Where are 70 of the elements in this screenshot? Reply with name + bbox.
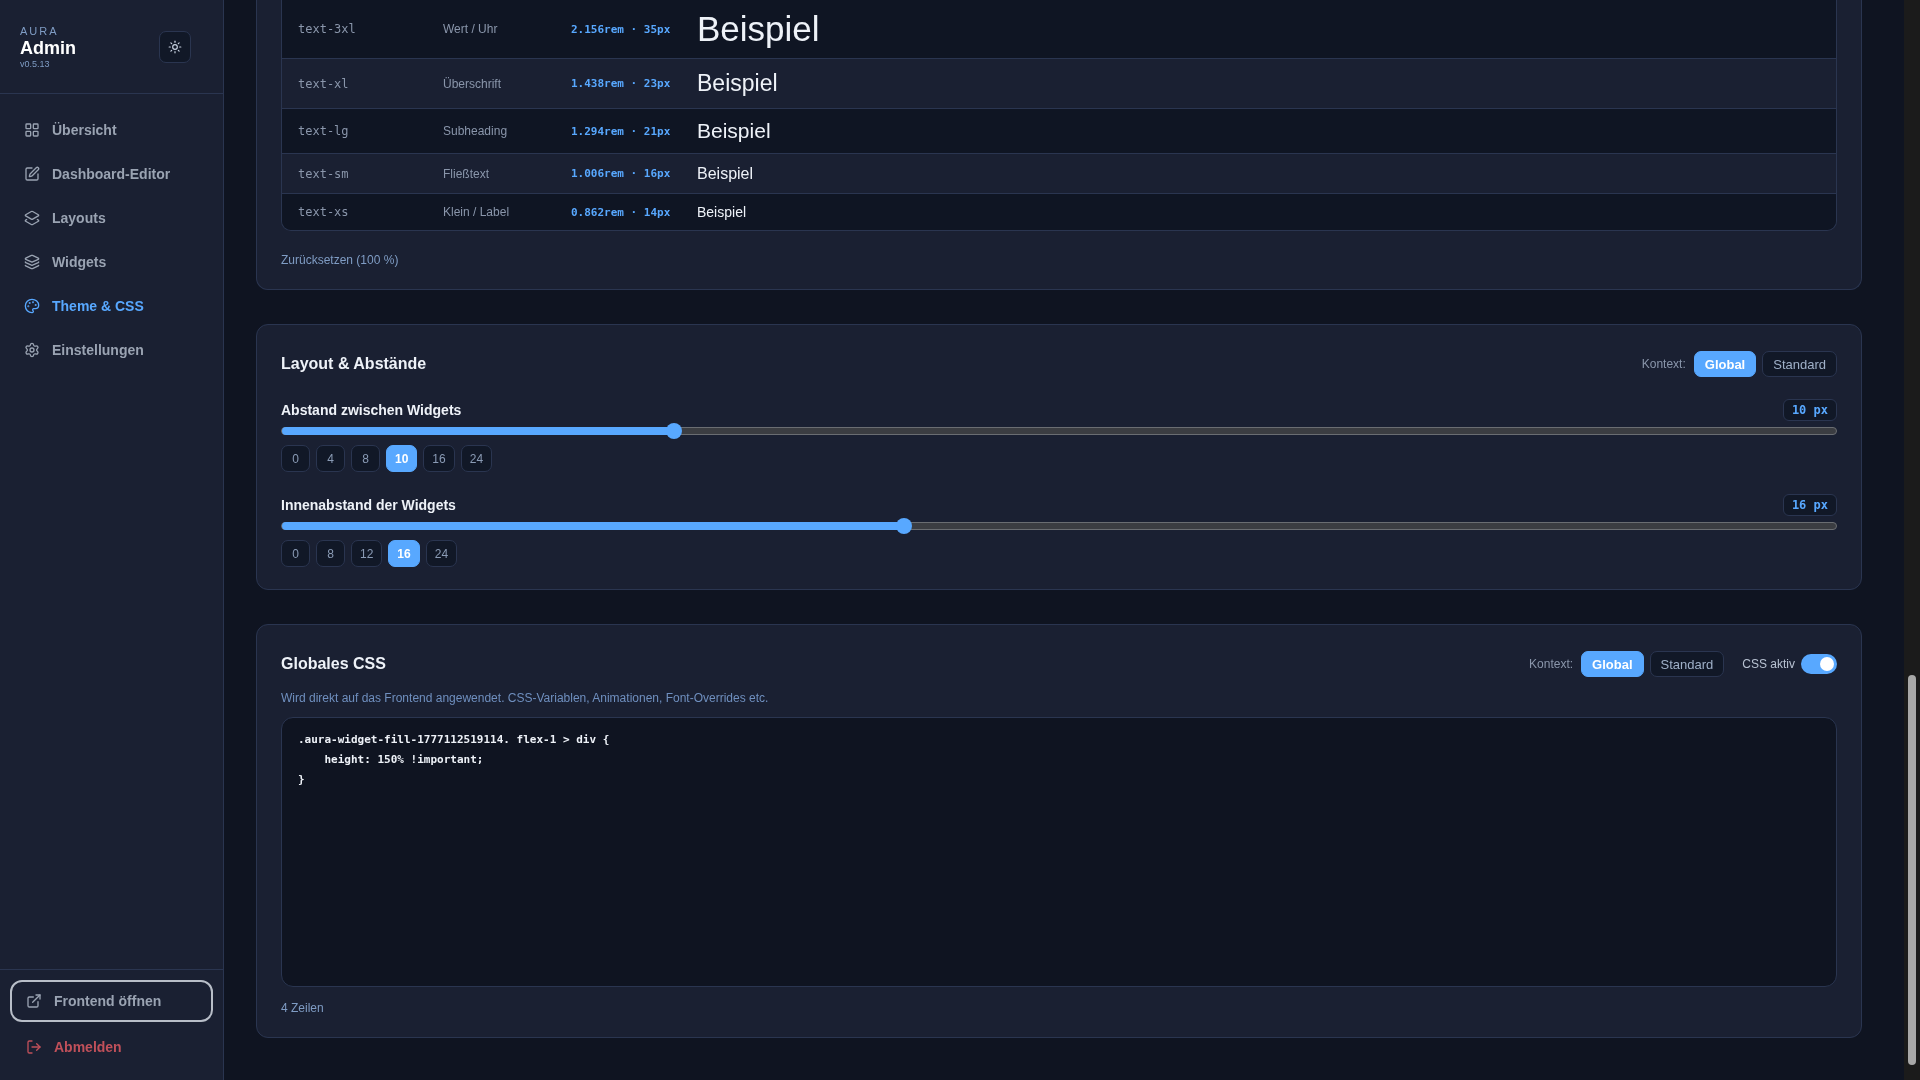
size-cell-text: 1.438rem · 23px (571, 77, 672, 90)
nav-item[interactable]: Theme & CSS (10, 286, 213, 326)
nav-item[interactable]: Widgets (10, 242, 213, 282)
preset-button[interactable]: 12 (351, 540, 383, 567)
size-cell-text: 1.294rem · 21px (571, 124, 672, 138)
app-title: Admin (20, 36, 76, 59)
role-cell-text: Klein / Label (443, 205, 511, 219)
section-title: Layout & Abstände (281, 355, 427, 373)
edit-icon (24, 166, 40, 182)
slider-label: Innenabstand der Widgets (281, 497, 456, 513)
slider-thumb[interactable] (665, 423, 682, 439)
sun-icon (168, 39, 182, 54)
reset-link[interactable]: Zurücksetzen (100 %) (281, 253, 1837, 267)
context-label: Kontext: (1641, 357, 1686, 371)
code-editor[interactable]: .aura-widget-fill-1777112519114. flex-1 > div { height: 150% !important; } (281, 717, 1837, 987)
sample-text: Beispiel (697, 164, 754, 183)
role-cell-text: Fließtext (443, 166, 490, 181)
stack-icon (24, 254, 40, 270)
value-readout: 16 px (1782, 494, 1837, 516)
preset-button[interactable]: 8 (351, 445, 380, 472)
token-cell-text: text-3xl (298, 22, 357, 36)
preset-button[interactable]: 8 (316, 540, 345, 567)
external-link-icon (26, 993, 42, 1009)
section-title: Globales CSS (281, 655, 386, 673)
sample-text: Beispiel (697, 9, 820, 49)
role-cell-text: Wert / Uhr (443, 22, 499, 36)
grid-icon (24, 122, 40, 138)
preset-button[interactable]: 16 (423, 445, 455, 472)
logout-button[interactable]: Abmelden (10, 1028, 213, 1066)
scrollbar[interactable] (1904, 0, 1920, 1080)
nav-item[interactable]: Einstellungen (10, 330, 213, 370)
palette-icon (24, 298, 40, 314)
preset-button[interactable]: 0 (281, 540, 310, 567)
context-label: Kontext: (1529, 657, 1574, 671)
settings-icon (24, 342, 40, 358)
logout-icon (26, 1039, 42, 1055)
open-frontend-button[interactable]: Frontend öffnen (10, 980, 213, 1022)
section-description: Wird direkt auf das Frontend angewendet. CSS-Variablen, Animationen, Font-Overrides etc. (281, 691, 770, 705)
nav-item[interactable]: Layouts (10, 198, 213, 238)
context-tab[interactable]: Standard (1762, 351, 1837, 377)
theme-button[interactable] (159, 30, 191, 63)
slider-thumb[interactable] (895, 518, 912, 534)
layers-icon (24, 210, 40, 226)
sample-text: Beispiel (697, 70, 778, 97)
context-tab[interactable]: Standard (1649, 651, 1725, 677)
line-count: 4 Zeilen (281, 1001, 325, 1015)
role-cell-text: Überschrift (443, 76, 502, 91)
role-cell-text: Subheading (443, 124, 509, 138)
scrollbar-thumb[interactable] (1908, 675, 1916, 1065)
nav-item[interactable]: Übersicht (10, 110, 213, 150)
preset-button[interactable]: 24 (460, 445, 493, 472)
size-cell-text: 1.006rem · 16px (571, 167, 672, 180)
sample-text: Beispiel (697, 204, 747, 220)
sample-text: Beispiel (697, 119, 771, 143)
token-cell-text: text-lg (298, 124, 350, 138)
size-cell-text: 2.156rem · 35px (571, 22, 672, 36)
preset-button[interactable]: 0 (281, 445, 310, 472)
token-cell-text: text-sm (298, 166, 350, 181)
size-cell-text: 0.862rem · 14px (571, 205, 672, 219)
preset-button[interactable]: 4 (316, 445, 345, 472)
value-readout: 10 px (1782, 399, 1837, 421)
token-cell-text: text-xs (298, 205, 350, 219)
nav-item[interactable]: Dashboard-Editor (10, 154, 213, 194)
preset-button[interactable]: 24 (425, 540, 458, 567)
slider-label: Abstand zwischen Widgets (281, 402, 462, 418)
token-cell-text: text-xl (298, 76, 350, 91)
css-toggle[interactable] (1801, 654, 1837, 674)
brand-label: AURA (20, 24, 60, 37)
version-label: v0.5.13 (20, 58, 51, 69)
toggle-label: CSS aktiv (1742, 657, 1795, 671)
